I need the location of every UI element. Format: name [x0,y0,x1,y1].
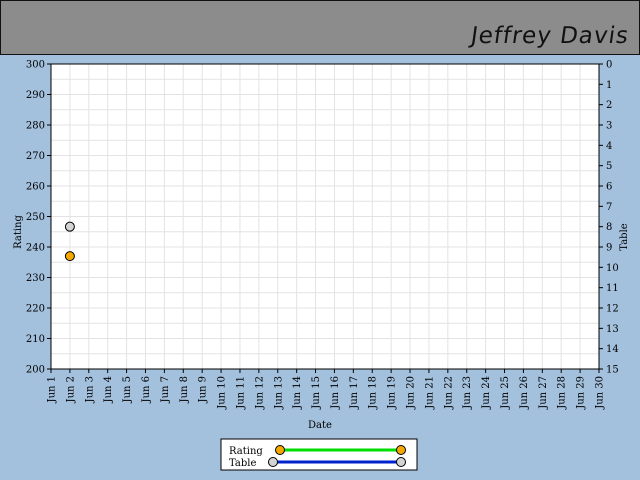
y2-tick-label: 12 [606,304,619,315]
x-tick-label: Jun 10 [217,376,228,410]
y-tick-label: 210 [26,334,45,345]
y-tick-label: 260 [26,182,45,193]
y2-tick-label: 13 [606,324,619,335]
y2-tick-label: 6 [606,182,612,193]
point-table [64,221,75,232]
x-tick-label: Jun 22 [443,376,454,410]
y2-tick-label: 10 [606,263,619,274]
rating-table-chart: 200210220230240250260270280290300 012345… [13,60,630,471]
y2-tick-label: 0 [606,60,612,71]
y2-tick-label: 15 [606,365,619,376]
x-tick-label: Jun 11 [235,376,246,410]
x-tick-label: Jun 4 [103,376,114,403]
legend-marker-table-end [396,457,406,467]
y-tick-label: 220 [26,304,45,315]
y2-tick-label: 3 [606,121,612,132]
x-tick-label: Jun 17 [349,376,360,410]
x-tick-label: Jun 26 [519,376,530,410]
y2-tick-label: 11 [606,283,619,294]
chart-page: Jeffrey Davis 200 210 220 230 240 250 260 270 28… [0,0,640,480]
grid-lines [50,63,600,370]
y2-tick-label: 1 [606,80,612,91]
x-tick-label: Jun 27 [538,376,549,410]
y2-tick-label: 8 [606,222,612,233]
y-tick-label: 280 [26,121,45,132]
x-tick-label: Jun 2 [65,376,76,403]
x-tick-label: Jun 28 [557,376,568,410]
y2-tick-label: 2 [606,100,612,111]
x-tick-label: Jun 6 [141,376,152,403]
x-tick-label: Jun 21 [424,376,435,410]
y2-tick-label: 4 [606,141,612,152]
y-tick-label: 250 [26,212,45,223]
legend: Rating Table [220,438,418,471]
legend-label-rating: Rating [229,446,263,457]
y-axis-ticks: 200 210 220 230 240 250 260 270 280 290 300 [26,60,51,376]
x-tick-label: Jun 25 [500,376,511,410]
x-tick-label: Jun 23 [462,376,473,410]
x-tick-label: Jun 19 [387,376,398,410]
y-tick-label: 230 [26,273,45,284]
y-tick-label: 300 [26,60,45,71]
x-tick-label: Jun 12 [254,376,265,410]
x-tick-label: Jun 3 [84,376,95,403]
legend-marker-rating-start [275,445,285,455]
y2-tick-label: 14 [606,344,619,355]
x-tick-label: Jun 9 [198,376,209,403]
x-tick-label: Jun 1 [47,376,58,403]
y2-axis-title: Table [619,223,630,250]
x-tick-label: Jun 24 [481,376,492,410]
x-axis-title: Date [308,420,332,431]
y-tick-label: 290 [26,90,45,101]
x-tick-label: Jun 14 [292,376,303,410]
y-tick-label: 240 [26,243,45,254]
point-rating [64,251,75,262]
x-tick-label: Jun 5 [122,376,133,403]
x-tick-label: Jun 7 [160,376,171,403]
y2-axis-ticks: 0123456789101112131415 [599,60,619,376]
x-tick-label: Jun 13 [273,376,284,410]
x-tick-label: Jun 18 [368,376,379,410]
x-tick-label: Jun 29 [576,376,587,410]
x-tick-label: Jun 30 [595,376,606,410]
x-tick-label: Jun 20 [406,376,417,410]
legend-marker-table-start [268,457,278,467]
legend-label-table: Table [229,458,256,469]
y-tick-label: 200 [26,365,45,376]
x-axis-ticks: Jun 1 Jun 2 Jun 3 Jun 4 Jun 5 Jun 6 Jun 7 Jun 8… [47,369,606,410]
x-tick-label: Jun 15 [311,376,322,410]
y-axis-title: Rating [13,215,24,249]
legend-marker-rating-end [396,445,406,455]
y2-tick-label: 7 [606,202,612,213]
y2-tick-label: 9 [606,243,612,254]
x-tick-label: Jun 8 [179,376,190,403]
x-tick-label: Jun 16 [330,376,341,410]
y-tick-label: 270 [26,151,45,162]
y2-tick-label: 5 [606,161,612,172]
